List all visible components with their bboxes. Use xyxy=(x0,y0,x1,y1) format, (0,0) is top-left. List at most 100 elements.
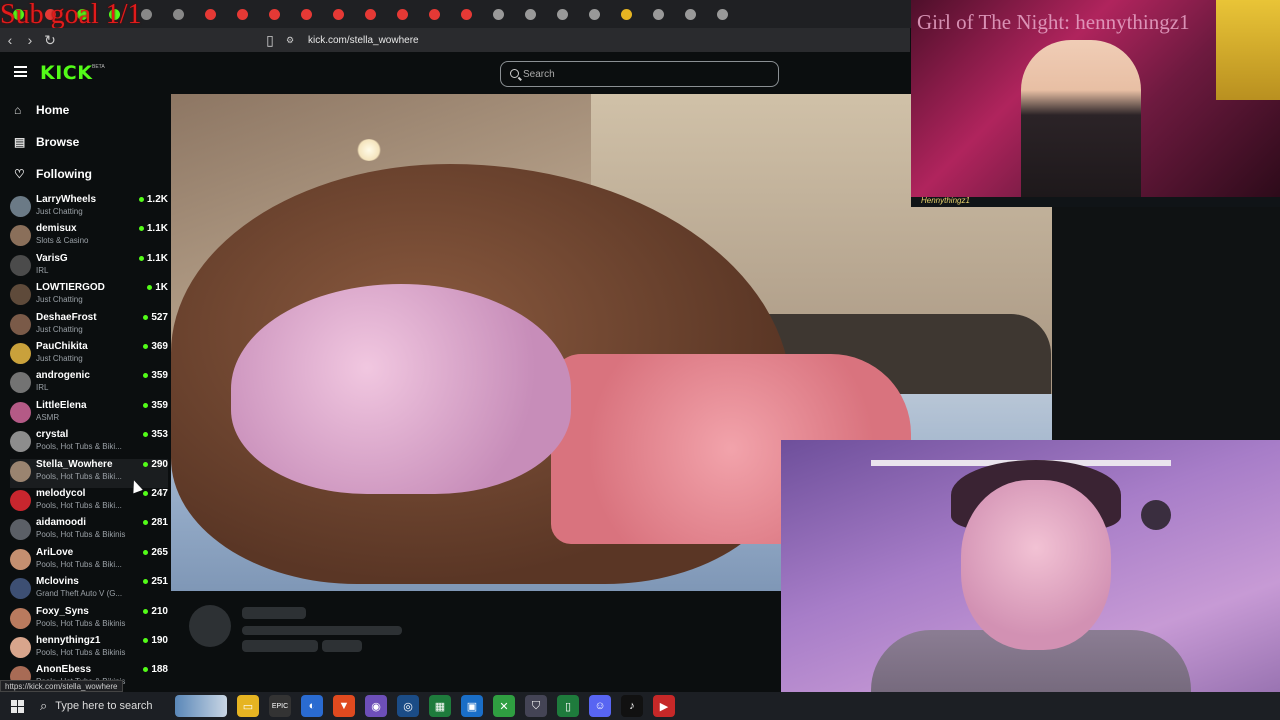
channel-row[interactable]: LittleElena ASMR 359 xyxy=(10,400,168,429)
widgets-icon[interactable] xyxy=(175,695,227,717)
browser-tab[interactable] xyxy=(324,4,352,24)
browser-tab[interactable] xyxy=(228,4,256,24)
window-app-icon[interactable]: ▣ xyxy=(461,695,483,717)
youtube-favicon-icon xyxy=(236,8,248,20)
tiktok-icon[interactable]: ♪ xyxy=(621,695,643,717)
youtube-favicon-icon xyxy=(396,8,408,20)
channel-row[interactable]: DeshaeFrost Just Chatting 527 xyxy=(10,312,168,341)
url-text[interactable]: kick.com/stella_wowhere xyxy=(308,35,419,46)
channel-row[interactable]: crystal Pools, Hot Tubs & Biki... 353 xyxy=(10,429,168,458)
search-input[interactable]: Search xyxy=(500,61,779,87)
android-file-icon[interactable]: ▯ xyxy=(557,695,579,717)
browser-tab[interactable] xyxy=(516,4,544,24)
site-favicon-icon xyxy=(588,8,600,20)
nav-home[interactable]: ⌂ Home xyxy=(14,100,69,120)
channel-name: crystal xyxy=(36,429,69,441)
name-skeleton xyxy=(242,607,306,619)
spreadsheet-icon[interactable]: ▦ xyxy=(429,695,451,717)
browser-tab[interactable] xyxy=(708,4,736,24)
bookmark-icon[interactable]: ▯ xyxy=(260,30,280,50)
reload-button[interactable]: ↻ xyxy=(40,30,60,50)
browser-tab[interactable] xyxy=(420,4,448,24)
sidebar: ⌂ Home ▤ Browse ♡ Following LarryWheels J… xyxy=(0,94,171,692)
brave-browser-icon[interactable]: ▼ xyxy=(333,695,355,717)
channel-avatar xyxy=(10,254,31,276)
media-app-icon[interactable]: ▶ xyxy=(653,695,675,717)
channel-avatar xyxy=(10,548,31,570)
nav-browse[interactable]: ▤ Browse xyxy=(14,132,79,152)
channel-name: aidamoodi xyxy=(36,517,87,529)
channel-row[interactable]: androgenic IRL 359 xyxy=(10,370,168,399)
shield-app-icon[interactable]: ⛉ xyxy=(525,695,547,717)
channel-row[interactable]: VarisG IRL 1.1K xyxy=(10,253,168,282)
browser-tab[interactable] xyxy=(580,4,608,24)
x-favicon-icon xyxy=(172,8,184,20)
start-button[interactable] xyxy=(0,692,34,720)
channel-avatar xyxy=(10,401,31,423)
viewer-count: 290 xyxy=(143,459,168,470)
site-settings-icon[interactable]: ⚙ xyxy=(280,30,300,50)
channel-name: Stella_Wowhere xyxy=(36,458,113,470)
browser-tab[interactable] xyxy=(164,4,192,24)
channel-row[interactable]: aidamoodi Pools, Hot Tubs & Bikinis 281 xyxy=(10,517,168,546)
channel-avatar xyxy=(10,284,31,306)
browser-tab[interactable] xyxy=(644,4,672,24)
headphone-icon xyxy=(1141,500,1171,530)
browser-tab[interactable] xyxy=(452,4,480,24)
forward-button[interactable]: › xyxy=(20,30,40,50)
channel-row[interactable]: AriLove Pools, Hot Tubs & Biki... 265 xyxy=(10,547,168,576)
browser-tab[interactable] xyxy=(388,4,416,24)
nav-following-label: Following xyxy=(36,167,92,181)
back-button[interactable]: ‹ xyxy=(0,30,20,50)
channel-row[interactable]: melodycol Pools, Hot Tubs & Biki... 247 xyxy=(10,488,168,517)
browser-tab[interactable] xyxy=(676,4,704,24)
viewer-count: 527 xyxy=(143,312,168,323)
obs-icon[interactable]: ◉ xyxy=(365,695,387,717)
viewer-count: 247 xyxy=(143,488,168,499)
sub-goal-overlay: Sub goal 1/1 xyxy=(0,0,142,30)
browser-tab[interactable] xyxy=(484,4,512,24)
site-favicon-icon xyxy=(652,8,664,20)
viewer-count: 265 xyxy=(143,547,168,558)
channel-row[interactable]: demisux Slots & Casino 1.1K xyxy=(10,223,168,252)
channel-row[interactable]: LOWTIERGOD Just Chatting 1K xyxy=(10,282,168,311)
channel-name: DeshaeFrost xyxy=(36,311,97,323)
browser-tab[interactable] xyxy=(196,4,224,24)
xbox-icon[interactable]: ✕ xyxy=(493,695,515,717)
viewer-count: 359 xyxy=(143,400,168,411)
kick-header: KICK BETA Search xyxy=(0,52,910,94)
channel-avatar xyxy=(10,225,31,247)
channel-row[interactable]: PauChikita Just Chatting 369 xyxy=(10,341,168,370)
browser-tab[interactable] xyxy=(548,4,576,24)
cam-poster xyxy=(1216,0,1280,100)
browser-tab[interactable] xyxy=(292,4,320,24)
file-explorer-icon[interactable]: ▭ xyxy=(237,695,259,717)
cam-person xyxy=(1021,40,1141,207)
browser-tab[interactable] xyxy=(260,4,288,24)
kick-logo[interactable]: KICK xyxy=(40,62,92,84)
epic-games-icon[interactable]: EPIC xyxy=(269,695,291,717)
menu-icon[interactable] xyxy=(14,66,27,77)
channel-name: Mclovins xyxy=(36,576,79,588)
youtube-favicon-icon xyxy=(204,8,216,20)
steam-icon[interactable]: ◎ xyxy=(397,695,419,717)
channel-row[interactable]: Stella_Wowhere Pools, Hot Tubs & Biki... 2… xyxy=(10,458,168,488)
discord-icon[interactable]: ☺ xyxy=(589,695,611,717)
edge-browser-icon[interactable]: ◐ xyxy=(301,695,323,717)
taskbar-search[interactable]: ⌕ Type here to search xyxy=(34,692,170,720)
channel-row[interactable]: Mclovins Grand Theft Auto V (G... 251 xyxy=(10,576,168,605)
channel-row[interactable]: LarryWheels Just Chatting 1.2K xyxy=(10,194,168,223)
viewer-count: 1K xyxy=(147,282,168,293)
tag-skeleton xyxy=(322,640,362,652)
browser-tab[interactable] xyxy=(612,4,640,24)
channel-row[interactable]: Foxy_Syns Pools, Hot Tubs & Bikinis 210 xyxy=(10,606,168,635)
search-placeholder: Search xyxy=(523,68,555,80)
windows-taskbar: ⌕ Type here to search ▭ EPIC ◐ ▼ ◉ ◎ ▦ ▣… xyxy=(0,692,1280,720)
browser-tab[interactable] xyxy=(356,4,384,24)
nav-browse-label: Browse xyxy=(36,135,80,149)
channel-category: Pools, Hot Tubs & Biki... xyxy=(36,471,122,481)
channel-row[interactable]: hennythingz1 Pools, Hot Tubs & Bikinis 190 xyxy=(10,635,168,664)
nav-following[interactable]: ♡ Following xyxy=(14,164,92,184)
site-favicon-icon xyxy=(556,8,568,20)
channel-category: Grand Theft Auto V (G... xyxy=(36,589,123,599)
